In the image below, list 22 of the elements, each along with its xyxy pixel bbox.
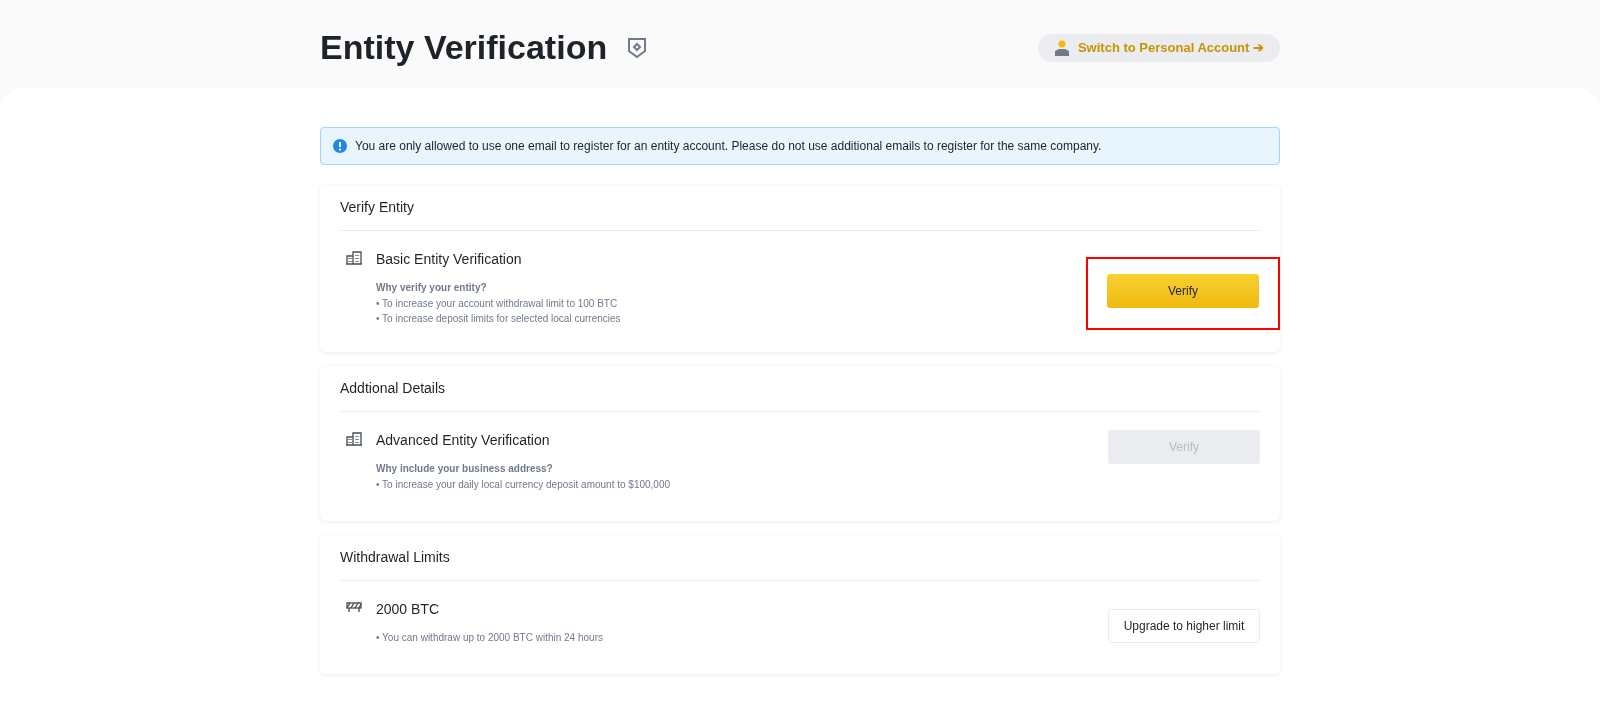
item-title: Advanced Entity Verification: [376, 431, 551, 450]
section-title: Verify Entity: [340, 198, 414, 217]
page-title: Entity Verification: [320, 27, 608, 68]
person-icon: [1053, 39, 1070, 56]
item-question: Why verify your entity?: [376, 281, 488, 295]
section-title: Addtional Details: [340, 379, 446, 398]
info-icon: [333, 139, 347, 153]
item-question: Why include your business address?: [376, 462, 554, 476]
bullet-text: • To increase your account withdrawal limit to 100 BTC: [376, 297, 619, 311]
verify-button[interactable]: Verify: [1107, 274, 1259, 308]
shield-icon: [627, 36, 648, 59]
building-icon: [346, 251, 362, 265]
bullet-text: • To increase deposit limits for selected local currencies: [376, 312, 621, 326]
barrier-icon: [346, 601, 362, 613]
notice-text: You are only allowed to use one email to register for an entity account. Please do not use additional emails to register for the same company.: [355, 138, 1102, 155]
item-title: 2000 BTC: [376, 600, 441, 619]
bullet-text: • You can withdraw up to 2000 BTC within 24 hours: [376, 631, 603, 645]
building-icon: [346, 432, 362, 446]
section-title: Withdrawal Limits: [340, 548, 450, 567]
upgrade-button[interactable]: Upgrade to higher limit: [1108, 609, 1260, 643]
item-title: Basic Entity Verification: [376, 250, 523, 269]
bullet-text: • To increase your daily local currency deposit amount to $100,000: [376, 478, 671, 492]
